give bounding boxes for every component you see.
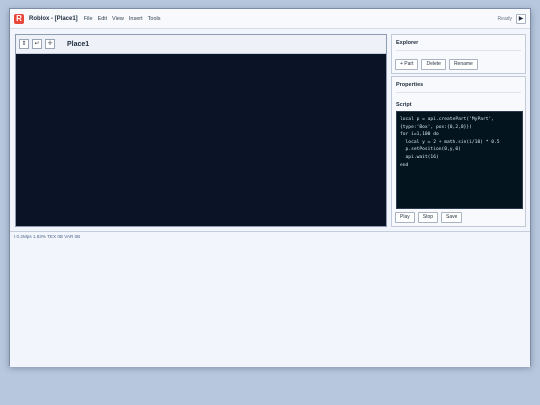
save-button[interactable]: Save [441, 212, 463, 223]
script-label: Script [396, 102, 412, 108]
menu-file[interactable]: File [84, 16, 93, 22]
play-icon[interactable]: ▶ [516, 14, 526, 24]
crosshair-icon[interactable]: ✛ [45, 39, 55, 49]
menu-bar: File Edit View Insert Tools [84, 16, 166, 22]
stop-button[interactable]: Stop [417, 212, 439, 223]
place-title: Place1 [67, 40, 90, 48]
move-vertical-icon[interactable]: ⇕ [19, 39, 29, 49]
add-part-button[interactable]: + Part [395, 59, 419, 70]
menu-tools[interactable]: Tools [148, 16, 161, 22]
viewport-toolbar: ⇕ ↵ ✛ Place1 [16, 35, 386, 54]
menu-insert[interactable]: Insert [129, 16, 143, 22]
app-window: R Roblox - [Place1] File Edit View Inser… [9, 8, 531, 367]
script-buttons: Play Stop Save [395, 212, 465, 223]
explorer-title: Explorer [396, 40, 419, 46]
properties-title: Properties [396, 82, 424, 88]
status-ready: Ready [497, 16, 512, 22]
window-title: Roblox - [Place1] [29, 15, 78, 22]
play-button[interactable]: Play [395, 212, 415, 223]
explorer-buttons: + Part Delete Rename [395, 59, 481, 70]
delete-button[interactable]: Delete [421, 59, 446, 70]
properties-panel: Properties Script local p = api.createPa… [391, 76, 526, 227]
roblox-logo-icon: R [14, 13, 24, 24]
rotate-icon[interactable]: ↵ [32, 39, 42, 49]
menu-edit[interactable]: Edit [98, 16, 107, 22]
status-bar: t 0.2Mps 1.63% TEX 0B VAR 0B [10, 231, 530, 241]
script-editor[interactable]: local p = api.createPart('MyPart', {type… [396, 111, 523, 209]
viewport-panel: ⇕ ↵ ✛ Place1 [15, 34, 387, 227]
rename-button[interactable]: Rename [448, 59, 478, 70]
explorer-panel: Explorer + Part Delete Rename [391, 34, 526, 74]
properties-divider [396, 92, 521, 93]
3d-viewport[interactable] [16, 54, 386, 226]
explorer-divider [396, 50, 521, 51]
menu-view[interactable]: View [112, 16, 124, 22]
bottom-area [10, 241, 530, 367]
title-bar: R Roblox - [Place1] File Edit View Inser… [10, 9, 530, 29]
